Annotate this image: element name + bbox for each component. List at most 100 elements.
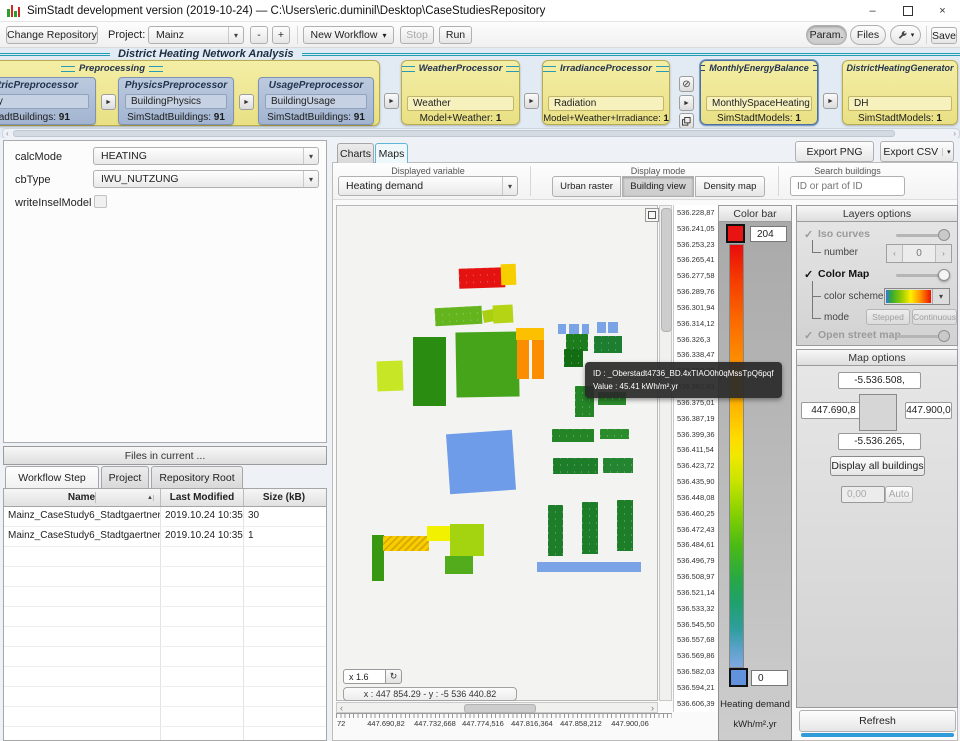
monthly-energy-balance-box[interactable]: MonthlyEnergyBalance MonthlySpaceHeating…: [700, 60, 818, 125]
maximize-icon[interactable]: [890, 0, 925, 22]
minimize-icon[interactable]: –: [855, 0, 890, 22]
building[interactable]: [376, 361, 403, 392]
building[interactable]: [383, 536, 429, 551]
tab-workflow-step[interactable]: Workflow Step: [5, 466, 99, 488]
scroll-left-icon[interactable]: ‹: [6, 129, 9, 138]
building[interactable]: [455, 331, 519, 397]
building[interactable]: [597, 322, 606, 333]
arrow-button[interactable]: ►: [679, 95, 694, 111]
cb-type-select[interactable]: IWU_NUTZUNG▾: [93, 170, 319, 188]
auto-button[interactable]: Auto: [885, 486, 913, 503]
spinner-increment-icon[interactable]: ›: [936, 245, 951, 262]
building[interactable]: [446, 430, 516, 494]
building[interactable]: [582, 502, 598, 554]
irradiance-processor-box[interactable]: IrradianceProcessor Radiation Model+Weat…: [542, 60, 670, 125]
arrow-button[interactable]: ►: [524, 93, 539, 109]
color-map-checkbox[interactable]: ✓: [804, 268, 813, 281]
geometric-field[interactable]: Geometry: [0, 94, 89, 109]
spinner-decrement-icon[interactable]: ‹: [887, 245, 902, 262]
param-toggle-button[interactable]: Param.: [806, 25, 847, 45]
map-horizontal-scrollbar[interactable]: ‹ ›: [336, 702, 658, 713]
scale-reset-button[interactable]: ↻: [385, 669, 402, 684]
table-row[interactable]: Mainz_CaseStudy6_Stadtgaertnerei_D2019.1…: [4, 527, 326, 547]
physics-preprocessor-box[interactable]: PhysicsPreprocessor BuildingPhysics SimS…: [118, 77, 234, 125]
scale-value[interactable]: x 1.6: [343, 669, 386, 684]
building[interactable]: [516, 328, 544, 340]
colorbar-min-input[interactable]: 0: [751, 670, 788, 686]
stepped-button[interactable]: Stepped: [866, 309, 910, 325]
usage-preprocessor-box[interactable]: UsagePreprocessor BuildingUsage SimStadt…: [258, 77, 374, 125]
building[interactable]: [569, 324, 579, 334]
project-select[interactable]: Mainz▾: [148, 26, 244, 44]
workflow-scrollbar[interactable]: ‹ ›: [2, 128, 960, 138]
run-button[interactable]: Run: [439, 26, 472, 44]
weather-processor-box[interactable]: WeatherProcessor Weather Model+Weather: …: [401, 60, 520, 125]
scroll-right-icon[interactable]: ›: [651, 703, 654, 713]
tab-project[interactable]: Project: [101, 466, 149, 488]
export-csv-button[interactable]: Export CSV▾: [880, 141, 954, 162]
settings-wrench-button[interactable]: ▾: [890, 25, 921, 45]
arrow-button[interactable]: ►: [384, 93, 399, 109]
write-insel-checkbox[interactable]: [94, 195, 107, 208]
map-vertical-scrollbar[interactable]: [659, 205, 672, 701]
change-repository-button[interactable]: Change Repository: [6, 26, 98, 44]
extent-bottom-field[interactable]: -5.536.265,: [838, 433, 921, 450]
column-header-size[interactable]: Size (kB): [244, 489, 324, 506]
scroll-right-icon[interactable]: ›: [953, 129, 956, 138]
building[interactable]: [548, 505, 563, 556]
building[interactable]: [517, 340, 529, 379]
tab-maps[interactable]: Maps: [375, 143, 408, 163]
table-row[interactable]: Mainz_CaseStudy6_Stadtgaertnerei_D2019.1…: [4, 507, 326, 527]
column-header-modified[interactable]: Last Modified: [161, 489, 244, 506]
displayed-variable-select[interactable]: Heating demand▾: [338, 176, 518, 196]
tab-repository-root[interactable]: Repository Root: [151, 466, 243, 488]
extent-top-field[interactable]: -5.536.508,: [838, 372, 921, 389]
duplicate-step-button[interactable]: [679, 113, 694, 129]
scroll-left-icon[interactable]: ‹: [340, 703, 343, 713]
save-button[interactable]: Save: [931, 27, 957, 44]
building[interactable]: [427, 526, 451, 541]
column-header-name[interactable]: Name▲: [4, 489, 161, 506]
arrow-button[interactable]: ►: [823, 93, 838, 109]
close-icon[interactable]: ×: [925, 0, 960, 22]
building[interactable]: [435, 306, 483, 326]
building[interactable]: [493, 304, 514, 323]
building[interactable]: [564, 349, 583, 367]
building[interactable]: [450, 524, 484, 556]
geometric-preprocessor-box[interactable]: GeometricPreprocessor Geometry SimStadtB…: [0, 77, 96, 125]
building[interactable]: [600, 429, 629, 439]
continuous-button[interactable]: Continuous: [912, 309, 957, 325]
radiation-field[interactable]: Radiation: [548, 96, 664, 111]
building[interactable]: [537, 562, 641, 572]
skip-step-button[interactable]: ⊘: [679, 76, 694, 92]
iso-number-spinner[interactable]: ‹ 0 ›: [886, 244, 952, 263]
colorbar-max-input[interactable]: 204: [750, 226, 787, 242]
arrow-button[interactable]: ►: [101, 94, 116, 110]
building[interactable]: [603, 458, 633, 473]
map-canvas[interactable]: [336, 205, 658, 701]
iso-opacity-thumb[interactable]: [938, 229, 950, 241]
color-scheme-select[interactable]: ▾: [884, 288, 950, 305]
scale-value-field[interactable]: 0,00: [841, 486, 885, 503]
building[interactable]: [552, 429, 594, 442]
new-workflow-button[interactable]: New Workflow▾: [303, 26, 394, 44]
osm-opacity-thumb[interactable]: [938, 330, 950, 342]
remove-project-button[interactable]: -: [250, 26, 268, 44]
tab-charts[interactable]: Charts: [337, 143, 374, 163]
add-project-button[interactable]: +: [272, 26, 290, 44]
files-toggle-button[interactable]: Files: [850, 25, 886, 45]
building[interactable]: [445, 556, 473, 574]
colormap-opacity-thumb[interactable]: [938, 269, 950, 281]
building[interactable]: [617, 500, 633, 551]
export-png-button[interactable]: Export PNG: [795, 141, 874, 162]
mode-building-view-button[interactable]: Building view: [622, 176, 694, 197]
building[interactable]: [608, 322, 618, 333]
extent-right-field[interactable]: 447.900,0: [905, 402, 952, 419]
preprocessing-group[interactable]: Preprocessing GeometricPreprocessor Geom…: [0, 60, 380, 126]
refresh-button[interactable]: Refresh: [799, 710, 956, 732]
building[interactable]: [594, 336, 622, 353]
physics-field[interactable]: BuildingPhysics: [125, 94, 227, 109]
extent-left-field[interactable]: 447.690,8: [801, 402, 866, 419]
dh-field[interactable]: DH: [848, 96, 952, 111]
arrow-button[interactable]: ►: [239, 94, 254, 110]
